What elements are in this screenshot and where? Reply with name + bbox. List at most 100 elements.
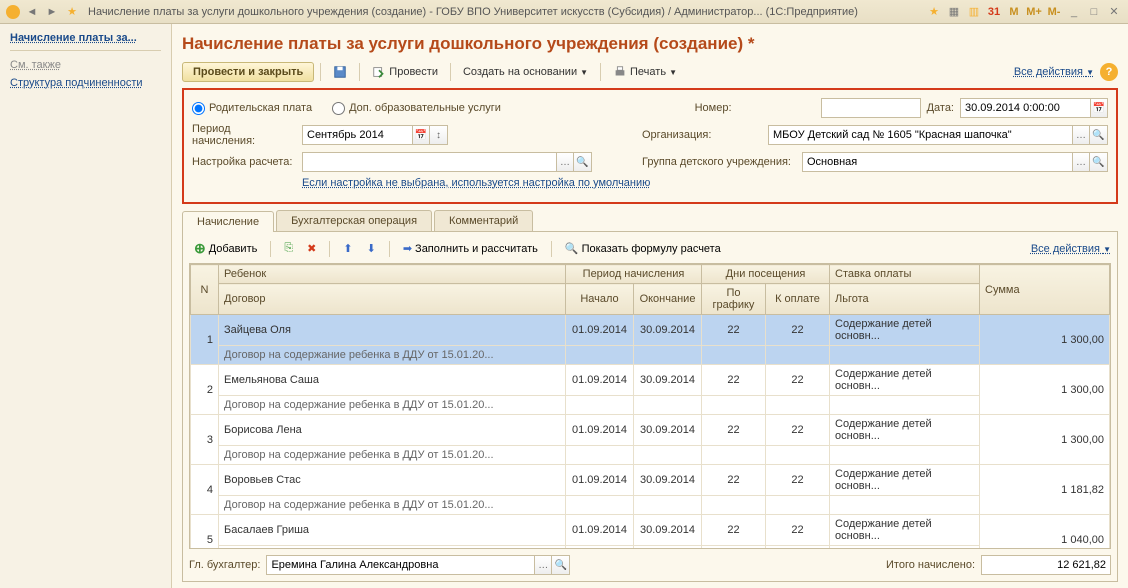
date-label: Дата: (927, 102, 954, 114)
nav-fwd-icon[interactable]: ► (44, 4, 60, 20)
grid-icon[interactable]: ▦ (946, 4, 962, 20)
table-row-contract[interactable]: Договор на содержание ребенка в ДДУ от 1… (191, 396, 1110, 415)
accrual-table[interactable]: N Ребенок Период начисления Дни посещени… (190, 264, 1110, 549)
col-period[interactable]: Период начисления (566, 265, 702, 284)
number-label: Номер: (695, 102, 815, 114)
org-label: Организация: (642, 129, 762, 141)
accountant-field[interactable] (266, 555, 534, 575)
table-all-actions-link[interactable]: Все действия ▼ (1031, 243, 1111, 255)
calendar-picker-icon[interactable]: 📅 (1090, 98, 1108, 118)
tab-comment[interactable]: Комментарий (434, 210, 533, 231)
move-down-icon[interactable]: ⬇ (362, 240, 381, 257)
delete-row-icon[interactable]: ✖ (302, 240, 321, 257)
calc-icon[interactable]: ▥ (966, 4, 982, 20)
setting-select-icon[interactable]: … (556, 152, 574, 172)
radio-parent-fee[interactable]: Родительская плата (192, 102, 312, 115)
col-pay[interactable]: К оплате (766, 284, 830, 315)
page-title: Начисление платы за услуги дошкольного у… (182, 34, 1118, 54)
period-stepper-icon[interactable]: ↕ (430, 125, 448, 145)
period-field[interactable] (302, 125, 412, 145)
arrow-right-icon: ➡ (403, 242, 412, 255)
col-visits[interactable]: Дни посещения (702, 265, 830, 284)
group-label: Группа детского учреждения: (642, 156, 796, 168)
table-row-contract[interactable]: Договор на содержание ребенка в ДДУ от 1… (191, 496, 1110, 515)
show-formula-button[interactable]: 🔍Показать формулу расчета (560, 240, 726, 257)
col-sched[interactable]: По графику (702, 284, 766, 315)
col-discount[interactable]: Льгота (830, 284, 980, 315)
maximize-icon[interactable]: □ (1086, 4, 1102, 20)
favorite-star-icon[interactable]: ★ (64, 4, 80, 20)
org-field[interactable] (768, 125, 1072, 145)
table-row-contract[interactable]: Договор на содержание ребенка в ДДУ от 1… (191, 446, 1110, 465)
table-row[interactable]: 4 Воровьев Стас01.09.201430.09.2014 2222… (191, 465, 1110, 496)
memory-mplus-button[interactable]: M+ (1026, 4, 1042, 20)
tab-content: ⊕Добавить ⎘ ✖ ⬆ ⬇ ➡Заполнить и рассчитат… (182, 232, 1118, 582)
fill-calc-button[interactable]: ➡Заполнить и рассчитать (398, 240, 543, 257)
minimize-icon[interactable]: _ (1066, 4, 1082, 20)
move-up-icon[interactable]: ⬆ (338, 240, 357, 257)
chevron-down-icon: ▼ (580, 68, 588, 77)
close-icon[interactable]: ✕ (1106, 4, 1122, 20)
form-header: Родительская плата Доп. образовательные … (182, 88, 1118, 204)
group-select-icon[interactable]: … (1072, 152, 1090, 172)
table-row[interactable]: 5 Басалаев Гриша01.09.201430.09.2014 222… (191, 515, 1110, 546)
col-rate[interactable]: Ставка оплаты (830, 265, 980, 284)
chevron-down-icon: ▼ (669, 68, 677, 77)
all-actions-link[interactable]: Все действия ▼ (1014, 66, 1094, 78)
group-field[interactable] (802, 152, 1072, 172)
window-title: Начисление платы за услуги дошкольного у… (88, 6, 924, 18)
tab-accounting[interactable]: Бухгалтерская операция (276, 210, 432, 231)
setting-open-icon[interactable]: 🔍 (574, 152, 592, 172)
star-icon[interactable]: ★ (926, 4, 942, 20)
org-open-icon[interactable]: 🔍 (1090, 125, 1108, 145)
memory-m-button[interactable]: M (1006, 4, 1022, 20)
table-row[interactable]: 1 Зайцева Оля01.09.201430.09.2014 2222Со… (191, 315, 1110, 346)
period-label: Период начисления: (192, 123, 296, 147)
org-select-icon[interactable]: … (1072, 125, 1090, 145)
col-end[interactable]: Окончание (634, 284, 702, 315)
group-open-icon[interactable]: 🔍 (1090, 152, 1108, 172)
form-footer: Гл. бухгалтер: … 🔍 Итого начислено: (189, 555, 1111, 575)
add-row-button[interactable]: ⊕Добавить (189, 238, 262, 259)
table-row[interactable]: 2 Емельянова Саша01.09.201430.09.2014 22… (191, 365, 1110, 396)
setting-label: Настройка расчета: (192, 156, 296, 168)
accountant-label: Гл. бухгалтер: (189, 559, 260, 571)
create-based-button[interactable]: Создать на основании ▼ (457, 64, 594, 80)
accountant-open-icon[interactable]: 🔍 (552, 555, 570, 575)
plus-icon: ⊕ (194, 240, 206, 257)
radio-extra-services[interactable]: Доп. образовательные услуги (332, 102, 501, 115)
total-field (981, 555, 1111, 575)
command-bar: Провести и закрыть Провести Создать на о… (182, 62, 1118, 82)
save-icon[interactable] (327, 63, 353, 81)
nav-back-icon[interactable]: ◄ (24, 4, 40, 20)
number-field[interactable] (821, 98, 921, 118)
sidebar-current-link[interactable]: Начисление платы за... (10, 32, 161, 44)
setting-hint: Если настройка не выбрана, используется … (302, 177, 650, 189)
help-button[interactable]: ? (1100, 63, 1118, 81)
post-and-close-button[interactable]: Провести и закрыть (182, 62, 314, 82)
period-picker-icon[interactable]: 📅 (412, 125, 430, 145)
print-button[interactable]: Печать ▼ (607, 63, 683, 81)
post-button[interactable]: Провести (366, 63, 444, 81)
table-row-contract[interactable]: Договор на содержание ребенка в ДДУ от 1… (191, 546, 1110, 550)
col-contract[interactable]: Договор (219, 284, 566, 315)
window-titlebar: ◄ ► ★ Начисление платы за услуги дошколь… (0, 0, 1128, 24)
calendar-icon[interactable]: 31 (986, 4, 1002, 20)
memory-mminus-button[interactable]: M- (1046, 4, 1062, 20)
magnifier-icon: 🔍 (565, 242, 579, 255)
table-toolbar: ⊕Добавить ⎘ ✖ ⬆ ⬇ ➡Заполнить и рассчитат… (189, 238, 1111, 259)
col-n[interactable]: N (191, 265, 219, 315)
sidebar: Начисление платы за... См. также Структу… (0, 24, 172, 588)
table-row[interactable]: 3 Борисова Лена01.09.201430.09.2014 2222… (191, 415, 1110, 446)
table-row-contract[interactable]: Договор на содержание ребенка в ДДУ от 1… (191, 346, 1110, 365)
col-child[interactable]: Ребенок (219, 265, 566, 284)
copy-row-icon[interactable]: ⎘ (279, 240, 298, 257)
accountant-select-icon[interactable]: … (534, 555, 552, 575)
sidebar-structure-link[interactable]: Структура подчиненности (10, 77, 161, 89)
tab-accrual[interactable]: Начисление (182, 211, 274, 232)
setting-field[interactable] (302, 152, 556, 172)
col-sum[interactable]: Сумма (980, 265, 1110, 315)
sidebar-see-also: См. также (10, 59, 161, 71)
col-start[interactable]: Начало (566, 284, 634, 315)
date-field[interactable] (960, 98, 1090, 118)
